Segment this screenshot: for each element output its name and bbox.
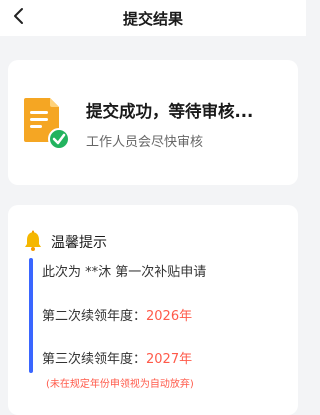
timeline-bar — [29, 258, 33, 373]
tip-second-renewal-label: 第二次续领年度： — [42, 309, 147, 324]
tips-card: 温馨提示 此次为 **沐 第一次补贴申请 第二次续领年度：2026年 第三次续领… — [8, 205, 298, 415]
document-check-icon — [24, 98, 70, 150]
page-title: 提交结果 — [122, 10, 183, 28]
result-subtitle: 工作人员会尽快审核 — [86, 135, 204, 150]
tip-application-info: 此次为 **沐 第一次补贴申请 — [42, 265, 207, 280]
tip-third-renewal-label: 第三次续领年度： — [42, 352, 147, 367]
result-card: 提交成功，等待审核... 工作人员会尽快审核 — [8, 60, 298, 185]
nav-bar: 提交结果 — [0, 0, 306, 36]
tip-third-renewal: 第三次续领年度：2027年 — [42, 348, 192, 367]
tip-note: (未在规定年份申领视为自动放弃) — [46, 379, 194, 390]
tip-second-renewal-year: 2026年 — [146, 309, 193, 324]
result-title: 提交成功，等待审核... — [86, 102, 254, 121]
bell-icon — [25, 230, 41, 251]
tip-second-renewal: 第二次续领年度：2026年 — [42, 305, 192, 324]
tips-title: 温馨提示 — [51, 235, 107, 251]
tip-third-renewal-year: 2027年 — [146, 352, 193, 367]
